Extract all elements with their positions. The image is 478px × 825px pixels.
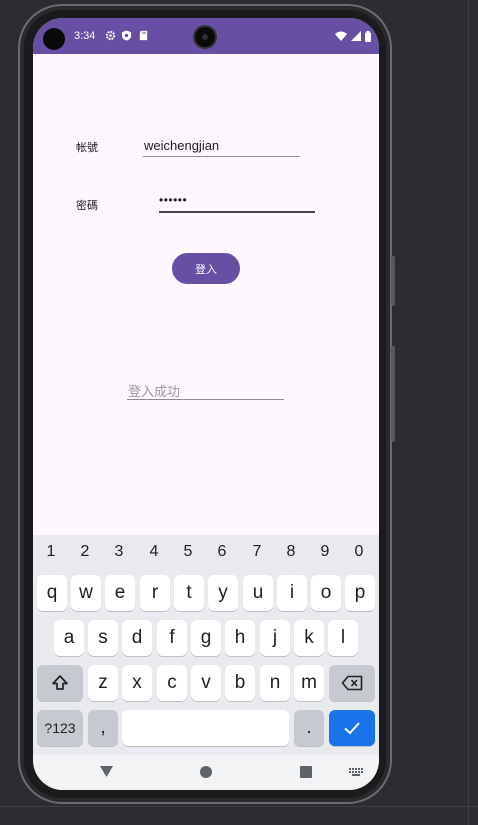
key-w[interactable]: w (71, 575, 101, 611)
enter-key[interactable] (329, 710, 375, 746)
key-a[interactable]: a (54, 620, 84, 656)
key-z[interactable]: z (88, 665, 118, 701)
key-m[interactable]: m (294, 665, 324, 701)
editor-divider (0, 806, 478, 807)
settings-icon (105, 30, 116, 41)
key-2[interactable]: 2 (68, 543, 102, 561)
number-row: 1 2 3 4 5 6 7 8 9 0 (33, 543, 379, 567)
key-c[interactable]: c (157, 665, 187, 701)
sd-card-icon (139, 30, 148, 41)
home-icon[interactable] (200, 766, 212, 778)
key-q[interactable]: q (37, 575, 67, 611)
key-l[interactable]: l (328, 620, 358, 656)
volume-button (391, 346, 395, 442)
key-x[interactable]: x (122, 665, 152, 701)
battery-icon (365, 30, 371, 42)
key-7[interactable]: 7 (240, 543, 274, 561)
account-input-underline (143, 156, 300, 157)
key-0[interactable]: 0 (342, 543, 376, 561)
shield-icon (121, 30, 132, 41)
backspace-key[interactable] (329, 665, 375, 701)
navigation-bar (33, 755, 379, 790)
key-h[interactable]: h (225, 620, 255, 656)
signal-icon (351, 31, 361, 41)
key-s[interactable]: s (88, 620, 118, 656)
key-k[interactable]: k (294, 620, 324, 656)
key-r[interactable]: r (140, 575, 170, 611)
key-p[interactable]: p (345, 575, 375, 611)
key-u[interactable]: u (243, 575, 273, 611)
key-f[interactable]: f (157, 620, 187, 656)
key-t[interactable]: t (174, 575, 204, 611)
account-input[interactable]: weichengjian (144, 138, 219, 153)
password-input-underline (159, 211, 315, 213)
key-3[interactable]: 3 (102, 543, 136, 561)
backspace-icon (341, 675, 363, 691)
camera-cutout (43, 28, 65, 50)
key-6[interactable]: 6 (205, 543, 239, 561)
space-key[interactable] (122, 710, 289, 746)
login-button[interactable]: 登入 (172, 253, 240, 284)
key-4[interactable]: 4 (137, 543, 171, 561)
shift-key[interactable] (37, 665, 83, 701)
key-d[interactable]: d (122, 620, 152, 656)
key-j[interactable]: j (260, 620, 290, 656)
key-y[interactable]: y (208, 575, 238, 611)
account-label: 帐號 (76, 141, 98, 154)
result-field-underline (127, 399, 284, 400)
key-i[interactable]: i (277, 575, 307, 611)
password-input[interactable]: •••••• (159, 193, 187, 207)
status-time: 3:34 (74, 30, 96, 42)
key-e[interactable]: e (105, 575, 135, 611)
result-text-field[interactable]: 登入成功 (128, 381, 180, 400)
key-1[interactable]: 1 (34, 543, 68, 561)
period-key[interactable]: . (294, 710, 324, 746)
shift-icon (52, 675, 68, 690)
power-button (391, 256, 395, 306)
key-b[interactable]: b (225, 665, 255, 701)
device-screen: 3:34 帐號 weichengjian 密碼 •••••• 登入 登入成功 1… (33, 18, 379, 790)
front-camera (195, 27, 215, 47)
check-icon (344, 722, 360, 735)
wifi-icon (335, 31, 347, 41)
status-icons (335, 30, 371, 42)
key-n[interactable]: n (260, 665, 290, 701)
status-bar: 3:34 (33, 18, 379, 54)
key-8[interactable]: 8 (274, 543, 308, 561)
comma-key[interactable]: , (88, 710, 118, 746)
key-9[interactable]: 9 (308, 543, 342, 561)
back-icon[interactable] (100, 766, 113, 777)
key-v[interactable]: v (191, 665, 221, 701)
symbols-key[interactable]: ?123 (37, 710, 83, 746)
keyboard-switch-icon[interactable] (349, 768, 363, 776)
key-o[interactable]: o (311, 575, 341, 611)
soft-keyboard: 1 2 3 4 5 6 7 8 9 0 q w e r t y u i o p … (33, 535, 379, 755)
key-g[interactable]: g (191, 620, 221, 656)
key-5[interactable]: 5 (171, 543, 205, 561)
editor-divider (468, 0, 469, 825)
recents-icon[interactable] (300, 766, 312, 778)
password-label: 密碼 (76, 199, 98, 212)
